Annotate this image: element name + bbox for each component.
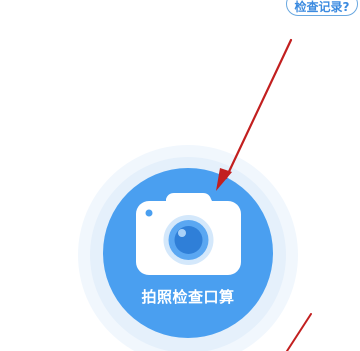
annotation-arrow-line-lower [286, 313, 312, 351]
check-history-label: 检查记录? [294, 0, 350, 14]
photo-check-button[interactable]: 拍照检查口算 [103, 168, 273, 338]
camera-icon [136, 193, 241, 275]
photo-check-label: 拍照检查口算 [141, 288, 235, 306]
check-history-link[interactable]: 检查记录? [286, 0, 358, 16]
